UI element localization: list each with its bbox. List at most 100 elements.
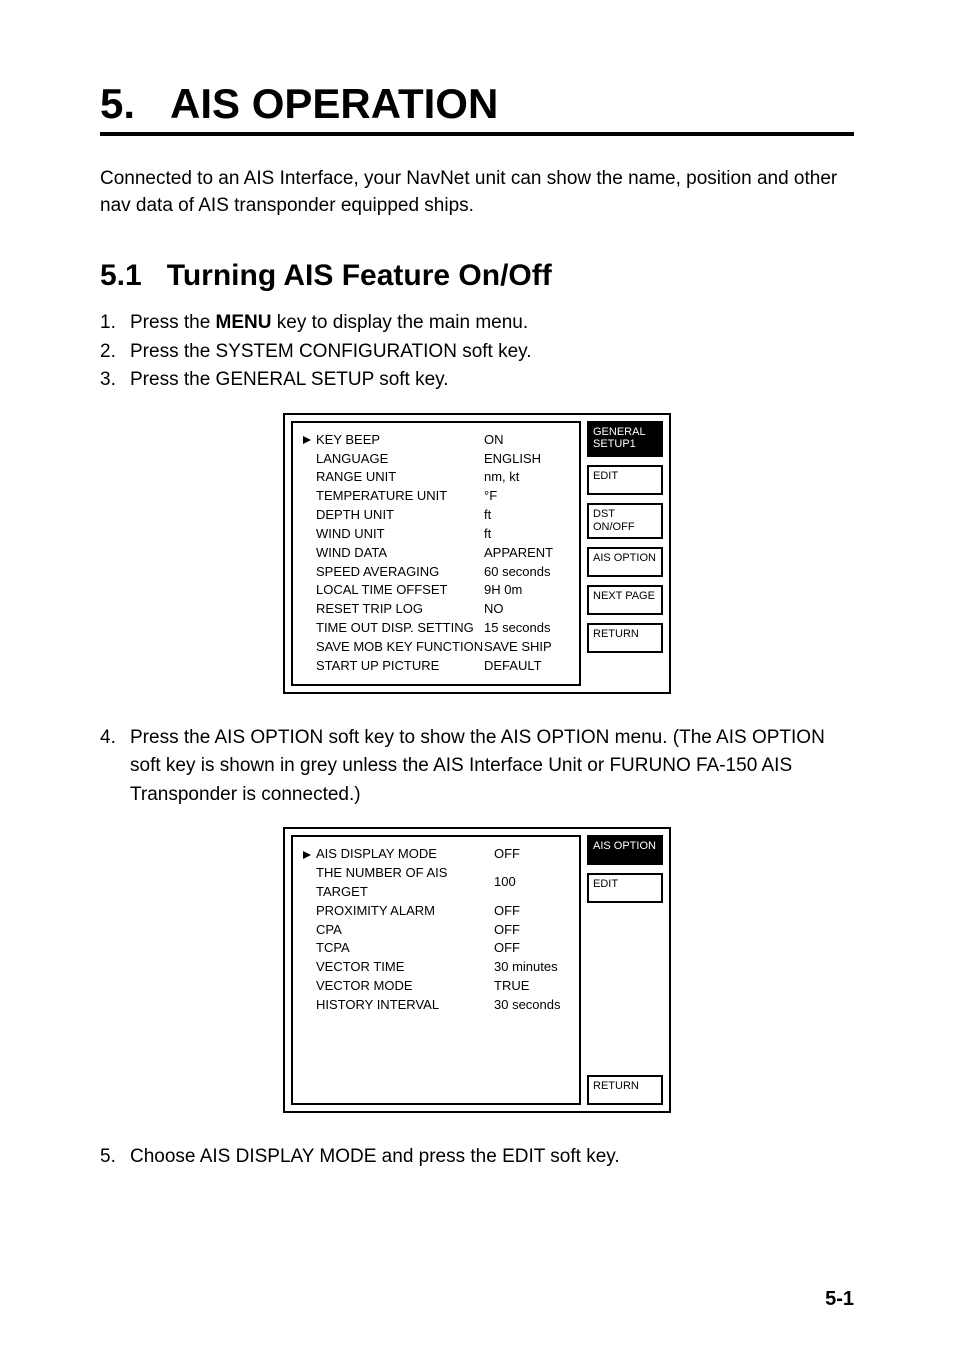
softkey-spacer	[587, 911, 663, 1067]
general-setup-softkeys: GENERAL SETUP1 EDIT DST ON/OFF AIS OPTIO…	[587, 421, 663, 686]
step-number: 2.	[100, 338, 130, 367]
softkey-dst-onoff[interactable]: DST ON/OFF	[587, 503, 663, 539]
menu-item-value: 60 seconds	[484, 563, 569, 582]
menu-item-value: DEFAULT	[484, 657, 569, 676]
menu-item-label: TIME OUT DISP. SETTING	[316, 619, 484, 638]
menu-item-label: VECTOR TIME	[316, 958, 494, 977]
menu-item-label: LANGUAGE	[316, 450, 484, 469]
menu-row[interactable]: VECTOR TIME30 minutes	[303, 958, 569, 977]
step-text: Choose AIS DISPLAY MODE and press the ED…	[130, 1143, 854, 1172]
softkey-label: EDIT	[593, 470, 657, 483]
step-item: 3.Press the GENERAL SETUP soft key.	[100, 366, 854, 395]
selection-arrow-icon	[303, 436, 316, 444]
step-number: 4.	[100, 724, 130, 810]
softkey-title-text: GENERAL SETUP1	[593, 426, 657, 451]
menu-item-label: DEPTH UNIT	[316, 506, 484, 525]
ais-option-menu: AIS DISPLAY MODEOFFTHE NUMBER OF AIS TAR…	[283, 827, 671, 1113]
menu-row[interactable]: DEPTH UNITft	[303, 506, 569, 525]
softkey-next-page[interactable]: NEXT PAGE	[587, 585, 663, 615]
step-text: Press the GENERAL SETUP soft key.	[130, 366, 854, 395]
menu-row[interactable]: LOCAL TIME OFFSET9H 0m	[303, 581, 569, 600]
menu-row[interactable]: TCPAOFF	[303, 939, 569, 958]
menu-row[interactable]: THE NUMBER OF AIS TARGET100	[303, 864, 569, 902]
menu-item-value: NO	[484, 600, 569, 619]
menu-item-label: VECTOR MODE	[316, 977, 494, 996]
softkey-return[interactable]: RETURN	[587, 1075, 663, 1105]
chapter-number: 5.	[100, 80, 135, 127]
chapter-name: AIS OPERATION	[170, 80, 498, 127]
menu-item-label: SAVE MOB KEY FUNCTION	[316, 638, 484, 657]
menu-row[interactable]: TEMPERATURE UNIT°F	[303, 487, 569, 506]
menu-row[interactable]: RESET TRIP LOGNO	[303, 600, 569, 619]
section-name: Turning AIS Feature On/Off	[167, 259, 552, 292]
softkey-edit[interactable]: EDIT	[587, 465, 663, 495]
menu-item-value: °F	[484, 487, 569, 506]
menu-item-value: ENGLISH	[484, 450, 569, 469]
menu-item-value: nm, kt	[484, 468, 569, 487]
menu-row[interactable]: HISTORY INTERVAL30 seconds	[303, 996, 569, 1015]
step-item: 1.Press the MENU key to display the main…	[100, 309, 854, 338]
menu-row[interactable]: TIME OUT DISP. SETTING15 seconds	[303, 619, 569, 638]
menu-row[interactable]: SPEED AVERAGING60 seconds	[303, 563, 569, 582]
step-list-a: 1.Press the MENU key to display the main…	[100, 309, 854, 395]
menu-item-label: TEMPERATURE UNIT	[316, 487, 484, 506]
menu-item-value: ft	[484, 506, 569, 525]
intro-paragraph: Connected to an AIS Interface, your NavN…	[100, 166, 854, 219]
menu-row[interactable]: VECTOR MODETRUE	[303, 977, 569, 996]
menu-row[interactable]: RANGE UNITnm, kt	[303, 468, 569, 487]
menu-item-value: APPARENT	[484, 544, 569, 563]
menu-item-label: PROXIMITY ALARM	[316, 902, 494, 921]
menu-row[interactable]: WIND UNITft	[303, 525, 569, 544]
general-setup-list: KEY BEEPONLANGUAGEENGLISHRANGE UNITnm, k…	[291, 421, 581, 686]
step-number: 1.	[100, 309, 130, 338]
chapter-rule	[100, 132, 854, 136]
step-text: Press the AIS OPTION soft key to show th…	[130, 724, 854, 810]
softkey-edit[interactable]: EDIT	[587, 873, 663, 903]
menu-row[interactable]: AIS DISPLAY MODEOFF	[303, 845, 569, 864]
softkey-return[interactable]: RETURN	[587, 623, 663, 653]
step-number: 5.	[100, 1143, 130, 1172]
softkey-label: RETURN	[593, 1080, 657, 1093]
menu-item-value: 100	[494, 873, 569, 892]
ais-option-list: AIS DISPLAY MODEOFFTHE NUMBER OF AIS TAR…	[291, 835, 581, 1105]
step-list-c: 5.Choose AIS DISPLAY MODE and press the …	[100, 1143, 854, 1172]
menu-row[interactable]: WIND DATAAPPARENT	[303, 544, 569, 563]
softkey-label: AIS OPTION	[593, 552, 657, 565]
softkey-title-general-setup: GENERAL SETUP1	[587, 421, 663, 457]
menu-item-value: 30 seconds	[494, 996, 569, 1015]
menu-item-label: RESET TRIP LOG	[316, 600, 484, 619]
menu-item-value: OFF	[494, 902, 569, 921]
step-number: 3.	[100, 366, 130, 395]
softkey-title-text: AIS OPTION	[593, 840, 657, 853]
menu-item-label: SPEED AVERAGING	[316, 563, 484, 582]
step-item: 5.Choose AIS DISPLAY MODE and press the …	[100, 1143, 854, 1172]
step-text: Press the SYSTEM CONFIGURATION soft key.	[130, 338, 854, 367]
menu-row[interactable]: CPAOFF	[303, 921, 569, 940]
menu-item-value: ON	[484, 431, 569, 450]
page-number: 5-1	[825, 1288, 854, 1311]
section-number: 5.1	[100, 259, 142, 292]
menu-item-label: KEY BEEP	[316, 431, 484, 450]
menu-item-label: THE NUMBER OF AIS TARGET	[316, 864, 494, 902]
menu-item-value: OFF	[494, 845, 569, 864]
menu-item-label: RANGE UNIT	[316, 468, 484, 487]
menu-row[interactable]: START UP PICTUREDEFAULT	[303, 657, 569, 676]
general-setup-figure: KEY BEEPONLANGUAGEENGLISHRANGE UNITnm, k…	[100, 413, 854, 694]
softkey-label: RETURN	[593, 628, 657, 641]
softkey-title-ais-option: AIS OPTION	[587, 835, 663, 865]
softkey-ais-option[interactable]: AIS OPTION	[587, 547, 663, 577]
menu-row[interactable]: LANGUAGEENGLISH	[303, 450, 569, 469]
step-item: 2.Press the SYSTEM CONFIGURATION soft ke…	[100, 338, 854, 367]
general-setup-menu: KEY BEEPONLANGUAGEENGLISHRANGE UNITnm, k…	[283, 413, 671, 694]
ais-option-figure: AIS DISPLAY MODEOFFTHE NUMBER OF AIS TAR…	[100, 827, 854, 1113]
menu-row[interactable]: SAVE MOB KEY FUNCTIONSAVE SHIP	[303, 638, 569, 657]
menu-row[interactable]: KEY BEEPON	[303, 431, 569, 450]
menu-item-label: WIND DATA	[316, 544, 484, 563]
menu-item-label: TCPA	[316, 939, 494, 958]
menu-item-value: 30 minutes	[494, 958, 569, 977]
menu-row[interactable]: PROXIMITY ALARMOFF	[303, 902, 569, 921]
menu-item-label: CPA	[316, 921, 494, 940]
menu-item-label: AIS DISPLAY MODE	[316, 845, 494, 864]
menu-item-value: OFF	[494, 921, 569, 940]
step-list-b: 4.Press the AIS OPTION soft key to show …	[100, 724, 854, 810]
